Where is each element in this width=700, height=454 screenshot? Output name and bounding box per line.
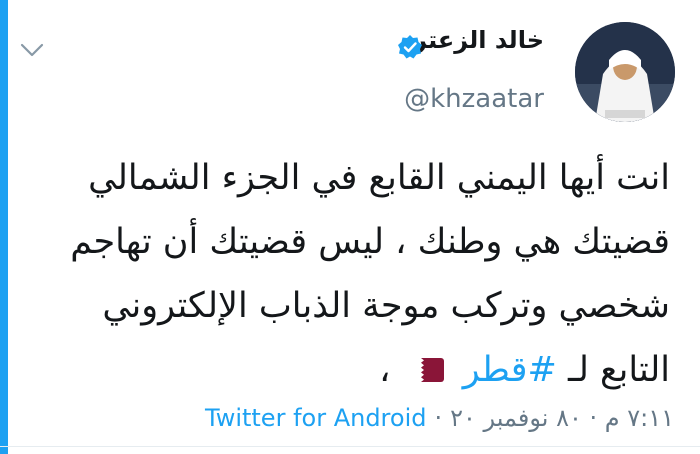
hashtag-link[interactable]: #قطر [463, 350, 557, 390]
tweet-text-fragment: ، [379, 350, 391, 390]
tweet-line: انت أيها اليمني القابع في الجزء الشمالي [88, 158, 670, 198]
user-handle[interactable]: @khzaatar [404, 84, 544, 114]
tweet-text-fragment: التابع لـ [567, 350, 670, 390]
tweet-line: التابع لـ #قطر ، [30, 338, 670, 403]
tweet-line: قضيتك هي وطنك ، ليس قضيتك أن تهاجم [70, 222, 670, 262]
timestamp[interactable]: ٧:١١ م · ٨٠ نوفمبر ٢٠ [450, 404, 674, 432]
source-link[interactable]: Twitter for Android [205, 404, 426, 432]
qatar-flag-icon [409, 339, 444, 403]
avatar[interactable] [575, 22, 675, 122]
tweet-body: انت أيها اليمني القابع في الجزء الشمالي … [30, 146, 670, 403]
user-display-name[interactable]: خالد الزعتر [413, 26, 544, 54]
thread-line [0, 0, 8, 454]
meta-separator: · [434, 404, 443, 432]
chevron-down-icon[interactable] [20, 42, 44, 58]
divider [0, 446, 700, 447]
tweet-line: شخصي وتركب موجة الذباب الإلكتروني [102, 286, 670, 326]
verified-badge-icon [397, 34, 423, 60]
tweet-meta: Twitter for Android · ٧:١١ م · ٨٠ نوفمبر… [205, 404, 674, 432]
